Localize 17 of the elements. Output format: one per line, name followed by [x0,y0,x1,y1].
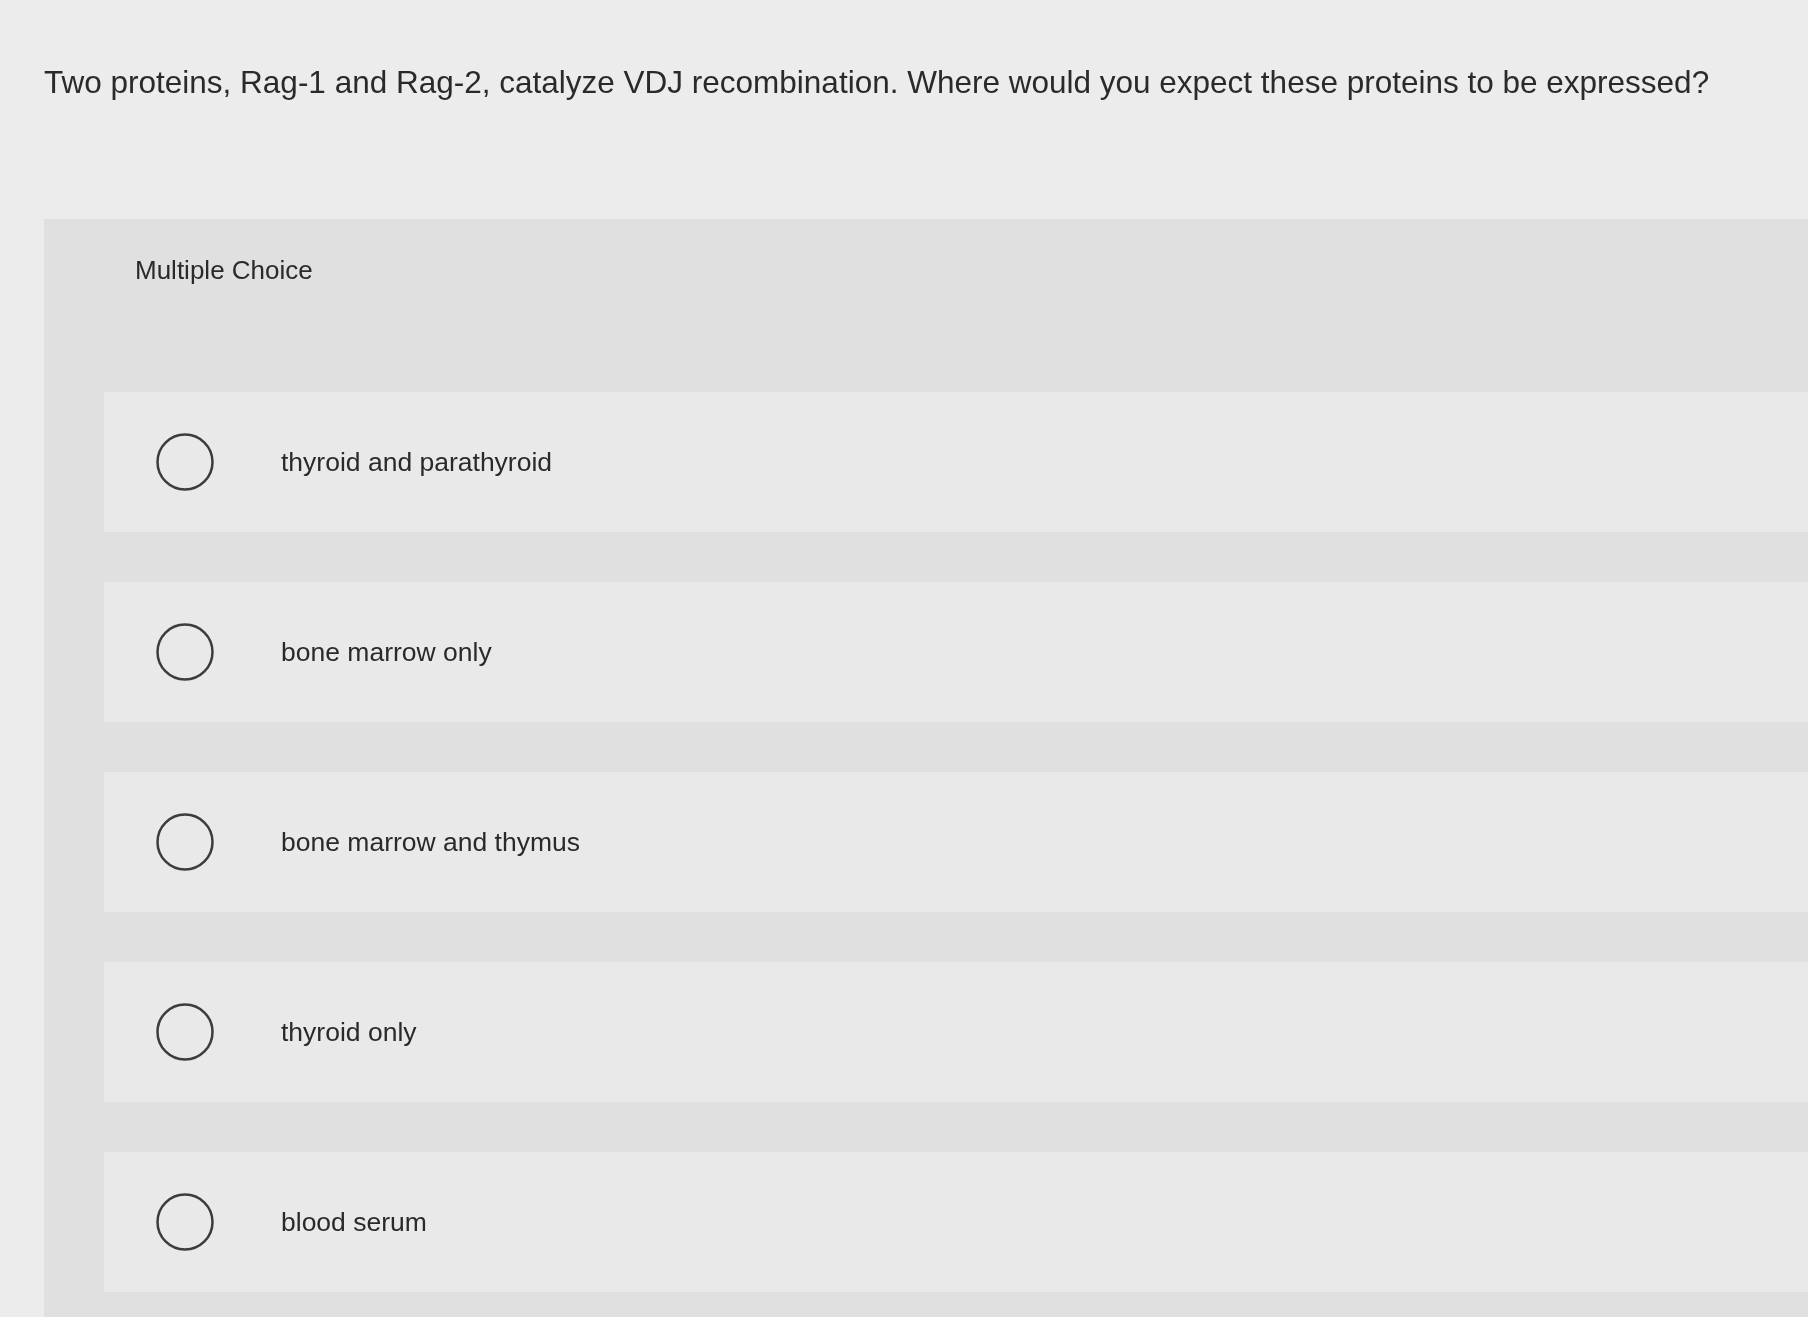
question-text: Two proteins, Rag-1 and Rag-2, catalyze VDJ recombination. Where would you expect these proteins to be expressed? [44,63,1710,102]
radio-button[interactable] [156,623,214,681]
radio-button[interactable] [156,1193,214,1251]
radio-button[interactable] [156,433,214,491]
radio-button[interactable] [156,1003,214,1061]
answer-option[interactable]: thyroid only [104,962,1808,1102]
answer-option[interactable]: thyroid and parathyroid [104,392,1808,532]
radio-button[interactable] [156,813,214,871]
option-label: thyroid only [281,1016,417,1048]
answer-option[interactable]: blood serum [104,1152,1808,1292]
option-label: thyroid and parathyroid [281,446,553,478]
option-label: bone marrow and thymus [281,826,580,858]
option-label: bone marrow only [281,636,492,668]
section-label: Multiple Choice [135,253,313,286]
option-label: blood serum [281,1206,427,1238]
answer-option[interactable]: bone marrow and thymus [104,772,1808,912]
answer-option[interactable]: bone marrow only [104,582,1808,722]
